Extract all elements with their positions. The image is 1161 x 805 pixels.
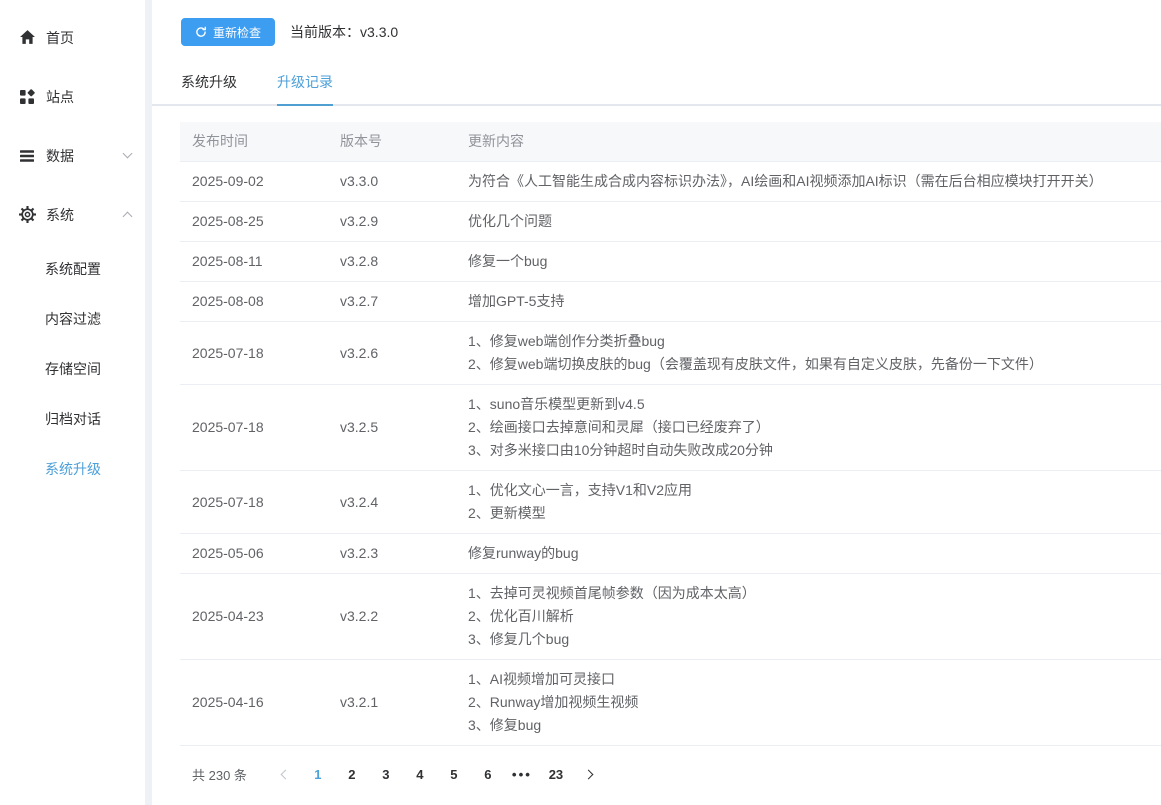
table-row: 2025-08-25v3.2.9优化几个问题 [180,202,1161,242]
release-date-cell: 2025-07-18 [180,408,328,447]
column-header-release-date: 发布时间 [180,130,328,153]
list-icon [18,147,36,165]
sidebar-item-storage-space[interactable]: 存储空间 [0,344,145,394]
table-row: 2025-07-18v3.2.41、优化文心一言，支持V1和V2应用 2、更新模… [180,471,1161,534]
column-header-content: 更新内容 [456,130,1161,153]
sidebar-item-label: 站点 [46,87,74,107]
tabs: 系统升级 升级记录 [152,72,1161,106]
content-cell: 1、AI视频增加可灵接口 2、Runway增加视频生视频 3、修复bug [456,660,1161,745]
last-page-button[interactable]: 23 [542,760,570,788]
version-cell: v3.2.4 [328,483,456,522]
sidebar-item-label: 系统 [46,205,74,225]
recheck-button-label: 重新检查 [213,24,261,41]
page-button-2[interactable]: 2 [338,760,366,788]
table-row: 2025-07-18v3.2.61、修复web端创作分类折叠bug 2、修复we… [180,322,1161,385]
toolbar: 重新检查 当前版本：v3.3.0 [181,18,1161,46]
version-cell: v3.2.8 [328,242,456,281]
refresh-icon [195,26,207,38]
release-date-cell: 2025-07-18 [180,334,328,373]
sidebar-item-system-upgrade[interactable]: 系统升级 [0,444,145,494]
table-row: 2025-04-23v3.2.21、去掉可灵视频首尾帧参数（因为成本太高） 2、… [180,574,1161,660]
table-row: 2025-08-11v3.2.8修复一个bug [180,242,1161,282]
table-header: 发布时间 版本号 更新内容 [180,122,1161,162]
more-pages-button[interactable]: ••• [508,760,536,788]
tab-system-upgrade[interactable]: 系统升级 [181,72,237,106]
release-date-cell: 2025-08-25 [180,202,328,241]
release-date-cell: 2025-08-08 [180,282,328,321]
release-date-cell: 2025-04-16 [180,683,328,722]
content-cell: 1、修复web端创作分类折叠bug 2、修复web端切换皮肤的bug（会覆盖现有… [456,322,1161,384]
content-cell: 修复runway的bug [456,534,1161,573]
sidebar-item-sites[interactable]: 站点 [0,67,145,126]
sidebar-item-system-config[interactable]: 系统配置 [0,244,145,294]
version-cell: v3.3.0 [328,162,456,201]
page-button-3[interactable]: 3 [372,760,400,788]
sidebar-item-system[interactable]: 系统 [0,185,145,244]
sidebar-item-content-filter[interactable]: 内容过滤 [0,294,145,344]
page-button-6[interactable]: 6 [474,760,502,788]
grid-icon [18,88,36,106]
content-cell: 修复一个bug [456,242,1161,281]
page-button-5[interactable]: 5 [440,760,468,788]
version-cell: v3.2.6 [328,334,456,373]
version-cell: v3.2.3 [328,534,456,573]
content-cell: 为符合《人工智能生成合成内容标识办法》，AI绘画和AI视频添加AI标识（需在后台… [456,162,1161,201]
version-cell: v3.2.1 [328,683,456,722]
chevron-right-icon [583,769,593,779]
column-header-version: 版本号 [328,130,456,153]
sidebar-divider [145,0,152,805]
recheck-button[interactable]: 重新检查 [181,18,275,46]
table-row: 2025-08-08v3.2.7增加GPT-5支持 [180,282,1161,322]
sidebar-item-data[interactable]: 数据 [0,126,145,185]
version-cell: v3.2.9 [328,202,456,241]
release-date-cell: 2025-05-06 [180,534,328,573]
sidebar-item-home[interactable]: 首页 [0,8,145,67]
chevron-down-icon [123,149,133,159]
chevron-up-icon [123,212,133,222]
table-row: 2025-09-02v3.3.0为符合《人工智能生成合成内容标识办法》，AI绘画… [180,162,1161,202]
release-date-cell: 2025-07-18 [180,483,328,522]
content-cell: 增加GPT-5支持 [456,282,1161,321]
pager-pages: 123456 [301,760,505,788]
prev-page-button[interactable] [270,760,298,788]
table-row: 2025-04-16v3.2.11、AI视频增加可灵接口 2、Runway增加视… [180,660,1161,746]
content-cell: 1、suno音乐模型更新到v4.5 2、绘画接口去掉意间和灵犀（接口已经废弃了）… [456,385,1161,470]
page-button-4[interactable]: 4 [406,760,434,788]
sidebar: 首页 站点 数据 [0,0,145,805]
content-cell: 1、去掉可灵视频首尾帧参数（因为成本太高） 2、优化百川解析 3、修复几个bug [456,574,1161,659]
main-content: 重新检查 当前版本：v3.3.0 系统升级 升级记录 发布时间 版本号 更新内容… [152,0,1161,805]
pagination-total: 共 230 条 [180,765,259,784]
sidebar-item-label: 首页 [46,28,74,48]
sidebar-system-submenu: 系统配置 内容过滤 存储空间 归档对话 系统升级 [0,244,145,494]
table-body: 2025-09-02v3.3.0为符合《人工智能生成合成内容标识办法》，AI绘画… [180,162,1161,746]
release-date-cell: 2025-08-11 [180,242,328,281]
sidebar-item-archived-chats[interactable]: 归档对话 [0,394,145,444]
current-version-text: 当前版本：v3.3.0 [290,22,398,42]
next-page-button[interactable] [576,760,604,788]
pagination: 共 230 条 123456 ••• 23 [180,760,1161,788]
table-row: 2025-05-06v3.2.3修复runway的bug [180,534,1161,574]
page-button-1[interactable]: 1 [304,760,332,788]
upgrade-records-table: 发布时间 版本号 更新内容 2025-09-02v3.3.0为符合《人工智能生成… [180,122,1161,746]
sidebar-item-label: 数据 [46,146,74,166]
table-row: 2025-07-18v3.2.51、suno音乐模型更新到v4.5 2、绘画接口… [180,385,1161,471]
release-date-cell: 2025-09-02 [180,162,328,201]
release-date-cell: 2025-04-23 [180,597,328,636]
gear-icon [18,206,36,224]
version-cell: v3.2.5 [328,408,456,447]
version-cell: v3.2.7 [328,282,456,321]
home-icon [18,29,36,47]
content-cell: 1、优化文心一言，支持V1和V2应用 2、更新模型 [456,471,1161,533]
content-cell: 优化几个问题 [456,202,1161,241]
tab-upgrade-records[interactable]: 升级记录 [277,72,333,106]
chevron-left-icon [280,769,290,779]
version-cell: v3.2.2 [328,597,456,636]
